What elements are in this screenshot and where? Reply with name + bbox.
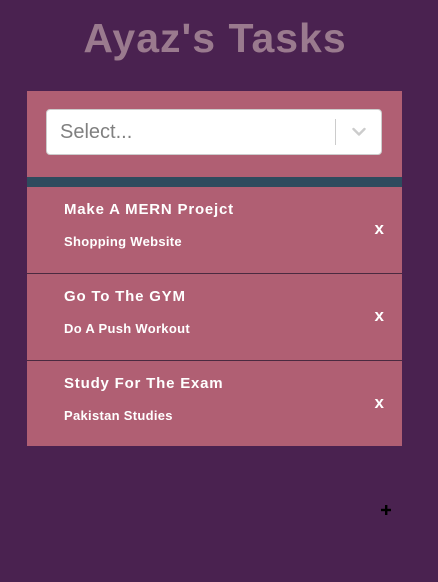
app-root: Ayaz's Tasks Select... Make A MERN Proej…	[0, 0, 438, 582]
task-title: Make A MERN Proejct	[64, 201, 234, 218]
plus-icon	[381, 505, 391, 515]
page-title: Ayaz's Tasks	[83, 15, 347, 61]
chevron-down-icon[interactable]	[336, 110, 381, 154]
task-description: Pakistan Studies	[64, 408, 173, 423]
delete-task-button[interactable]: x	[375, 394, 384, 411]
panel-divider	[27, 177, 402, 187]
select-placeholder: Select...	[60, 120, 133, 143]
task-title: Study For The Exam	[64, 375, 224, 392]
task-panel: Select... Make A MERN Proejct Shopping W…	[27, 91, 402, 446]
task-item: Make A MERN Proejct Shopping Website x	[27, 187, 402, 273]
task-description: Do A Push Workout	[64, 321, 190, 336]
add-task-button[interactable]	[379, 503, 393, 517]
delete-task-button[interactable]: x	[375, 307, 384, 324]
task-item: Study For The Exam Pakistan Studies x	[27, 360, 402, 446]
task-select-dropdown[interactable]: Select...	[46, 109, 382, 155]
task-description: Shopping Website	[64, 234, 182, 249]
task-item: Go To The GYM Do A Push Workout x	[27, 273, 402, 359]
delete-task-button[interactable]: x	[375, 220, 384, 237]
task-title: Go To The GYM	[64, 288, 186, 305]
